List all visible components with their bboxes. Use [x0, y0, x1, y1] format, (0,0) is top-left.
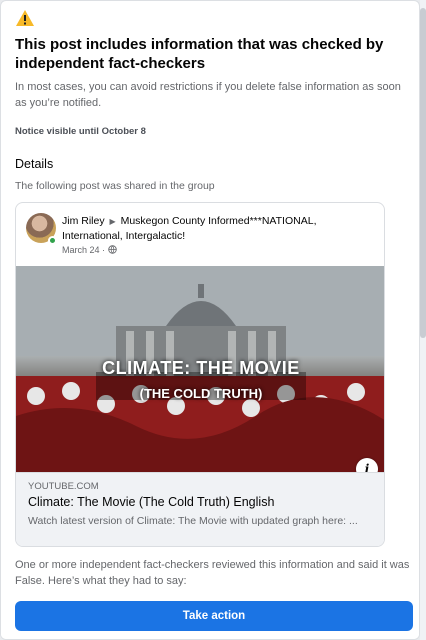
- shared-post-card[interactable]: Jim Riley ▶ Muskegon County Informed***N…: [15, 202, 385, 547]
- fact-check-notice-panel: This post includes information that was …: [0, 0, 420, 640]
- fact-check-review-text: One or more independent fact-checkers re…: [15, 559, 410, 587]
- caret-right-icon: ▶: [109, 217, 116, 226]
- notice-title: This post includes information that was …: [15, 36, 384, 72]
- link-preview-caption[interactable]: YOUTUBE.COM Climate: The Movie (The Cold…: [16, 472, 384, 546]
- post-date: March 24 ·: [62, 245, 117, 255]
- scrollbar-thumb[interactable]: [420, 8, 426, 338]
- notice-subtitle: In most cases, you can avoid restriction…: [15, 81, 401, 109]
- link-description: Watch latest version of Climate: The Mov…: [28, 515, 358, 527]
- link-title[interactable]: Climate: The Movie (The Cold Truth) Engl…: [28, 495, 274, 509]
- shared-in-group-text: The following post was shared in the gro…: [15, 180, 215, 192]
- link-preview-image[interactable]: CLIMATE: THE MOVIE (THE COLD TRUTH) i: [16, 266, 384, 472]
- post-date-text[interactable]: March 24 ·: [62, 245, 105, 255]
- details-heading: Details: [15, 157, 54, 171]
- link-domain: YOUTUBE.COM: [28, 481, 99, 492]
- post-header: Jim Riley ▶ Muskegon County Informed***N…: [62, 214, 372, 243]
- scrollbar[interactable]: [420, 0, 426, 640]
- author-link[interactable]: Jim Riley: [62, 215, 105, 227]
- notice-visible-until: Notice visible until October 8: [15, 126, 146, 137]
- online-status-dot: [48, 236, 57, 245]
- image-overlay-subtitle: (THE COLD TRUTH): [139, 386, 263, 401]
- globe-icon: [107, 245, 117, 254]
- image-overlay-title: CLIMATE: THE MOVIE: [102, 358, 300, 378]
- warning-icon: [16, 10, 34, 26]
- take-action-button[interactable]: Take action: [15, 601, 413, 631]
